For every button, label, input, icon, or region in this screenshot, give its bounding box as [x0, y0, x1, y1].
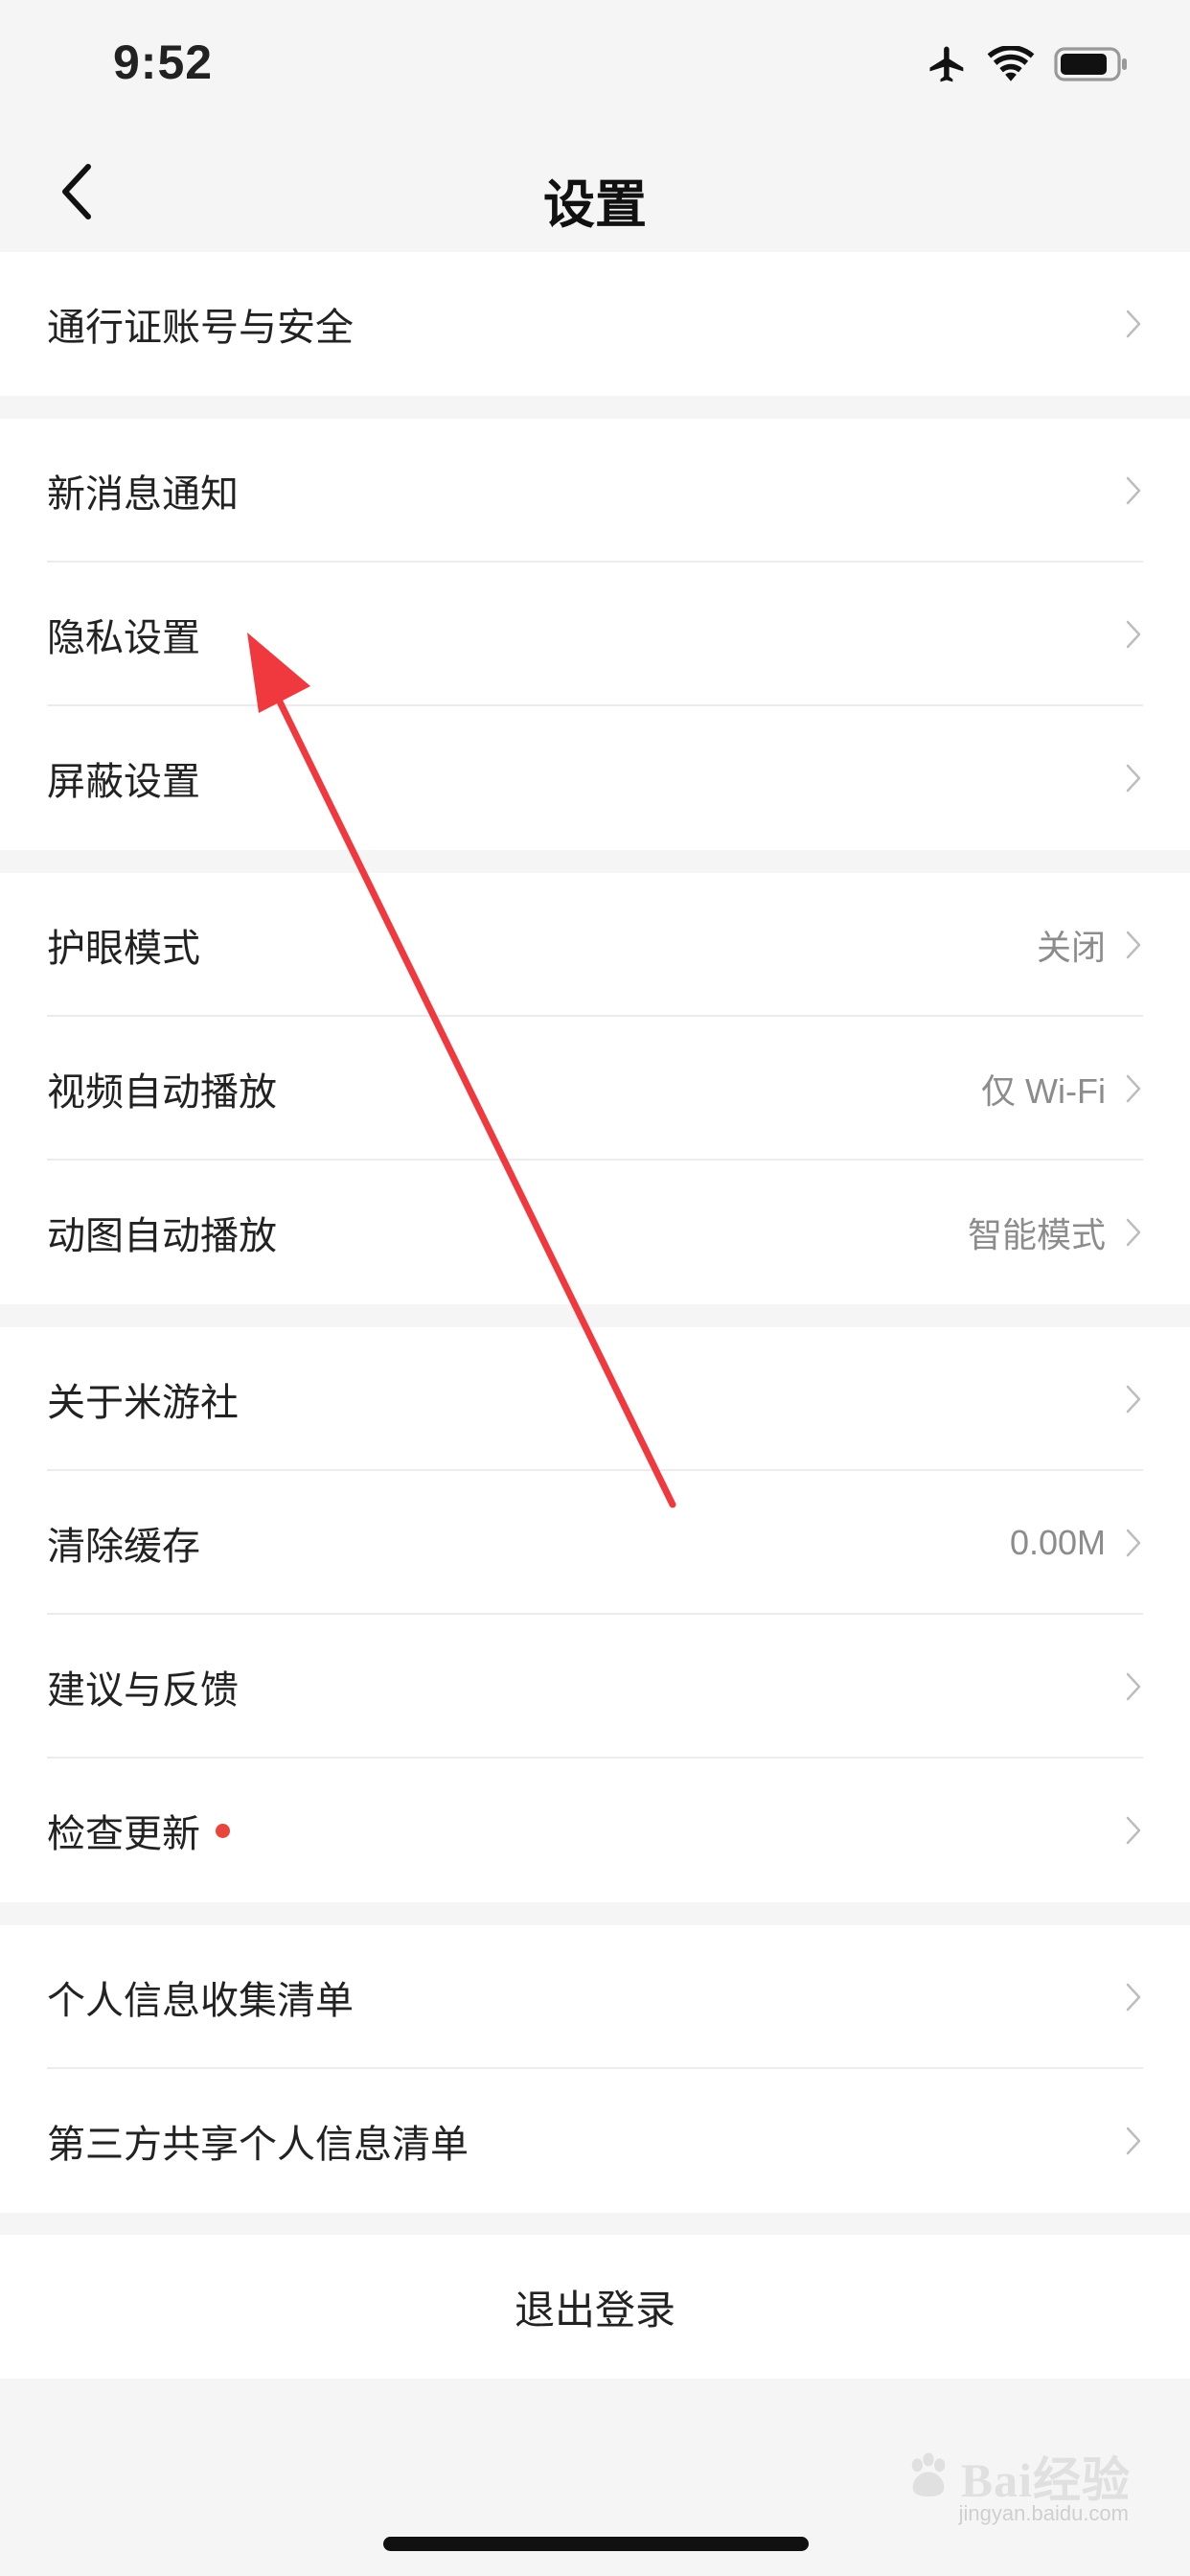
watermark-url: jingyan.baidu.com [958, 2501, 1129, 2525]
status-time: 9:52 [113, 35, 214, 89]
chevron-right-icon [1126, 1983, 1141, 2012]
row-label: 动图自动播放 [47, 1215, 277, 1257]
settings-row-eye-protection[interactable]: 护眼模式 关闭 [0, 873, 1190, 1017]
settings-group-notifications: 新消息通知 隐私设置 屏蔽设置 [0, 419, 1190, 850]
settings-row-privacy[interactable]: 隐私设置 [0, 563, 1190, 706]
row-label: 个人信息收集清单 [47, 1980, 354, 2022]
row-label: 屏蔽设置 [47, 761, 200, 803]
chevron-right-icon [1126, 1074, 1141, 1103]
chevron-right-icon [1126, 1672, 1141, 1701]
settings-row-about[interactable]: 关于米游社 [0, 1327, 1190, 1471]
row-label: 通行证账号与安全 [47, 307, 354, 349]
settings-group-about: 关于米游社 清除缓存 0.00M 建议与反馈 检查更新 [0, 1327, 1190, 1902]
logout-button[interactable]: 退出登录 [0, 2235, 1190, 2379]
settings-row-block[interactable]: 屏蔽设置 [0, 706, 1190, 850]
settings-row-check-update[interactable]: 检查更新 [0, 1759, 1190, 1902]
chevron-right-icon [1126, 310, 1141, 338]
airplane-icon [929, 46, 964, 82]
settings-row-feedback[interactable]: 建议与反馈 [0, 1615, 1190, 1759]
row-value: 智能模式 [967, 1215, 1106, 1254]
home-indicator[interactable] [383, 2537, 809, 2551]
settings-group-personal-info: 个人信息收集清单 第三方共享个人信息清单 [0, 1925, 1190, 2213]
chevron-right-icon [1126, 2127, 1141, 2155]
chevron-right-icon [1126, 476, 1141, 505]
status-bar: 9:52 [0, 0, 1190, 129]
wifi-icon [987, 46, 1035, 81]
status-icons [924, 42, 1131, 86]
row-label: 隐私设置 [47, 617, 200, 659]
row-label: 视频自动播放 [47, 1071, 277, 1114]
logout-label: 退出登录 [514, 2287, 675, 2333]
row-label: 护眼模式 [47, 928, 200, 970]
row-value: 仅 Wi-Fi [981, 1071, 1106, 1111]
chevron-right-icon [1126, 1529, 1141, 1557]
settings-group-display: 护眼模式 关闭 视频自动播放 仅 Wi-Fi 动图自动播放 智能模式 [0, 873, 1190, 1304]
settings-row-video-autoplay[interactable]: 视频自动播放 仅 Wi-Fi [0, 1017, 1190, 1161]
row-label: 检查更新 [47, 1813, 200, 1855]
page-title: 设置 [543, 176, 647, 234]
row-value: 0.00M [1009, 1523, 1106, 1562]
settings-row-gif-autoplay[interactable]: 动图自动播放 智能模式 [0, 1161, 1190, 1304]
chevron-right-icon [1126, 1816, 1141, 1845]
settings-row-account-security[interactable]: 通行证账号与安全 [0, 252, 1190, 396]
nav-bar: 设置 [0, 129, 1190, 252]
settings-row-third-party-sharing[interactable]: 第三方共享个人信息清单 [0, 2069, 1190, 2213]
chevron-right-icon [1126, 620, 1141, 649]
row-label: 关于米游社 [47, 1382, 239, 1424]
chevron-right-icon [1126, 931, 1141, 959]
settings-row-personal-info-list[interactable]: 个人信息收集清单 [0, 1925, 1190, 2069]
chevron-right-icon [1126, 1218, 1141, 1247]
battery-icon [1054, 47, 1127, 81]
row-value: 关闭 [1036, 928, 1106, 967]
chevron-right-icon [1126, 764, 1141, 793]
row-label: 新消息通知 [47, 473, 239, 516]
settings-row-clear-cache[interactable]: 清除缓存 0.00M [0, 1471, 1190, 1615]
row-label: 建议与反馈 [47, 1669, 239, 1712]
row-label: 清除缓存 [47, 1526, 200, 1568]
row-label: 第三方共享个人信息清单 [47, 2124, 469, 2166]
update-badge-dot [216, 1823, 230, 1838]
row-label-with-badge: 检查更新 [47, 1803, 230, 1858]
settings-group-account: 通行证账号与安全 [0, 252, 1190, 396]
settings-row-notifications[interactable]: 新消息通知 [0, 419, 1190, 563]
chevron-right-icon [1126, 1385, 1141, 1414]
paw-icon [911, 2452, 946, 2496]
